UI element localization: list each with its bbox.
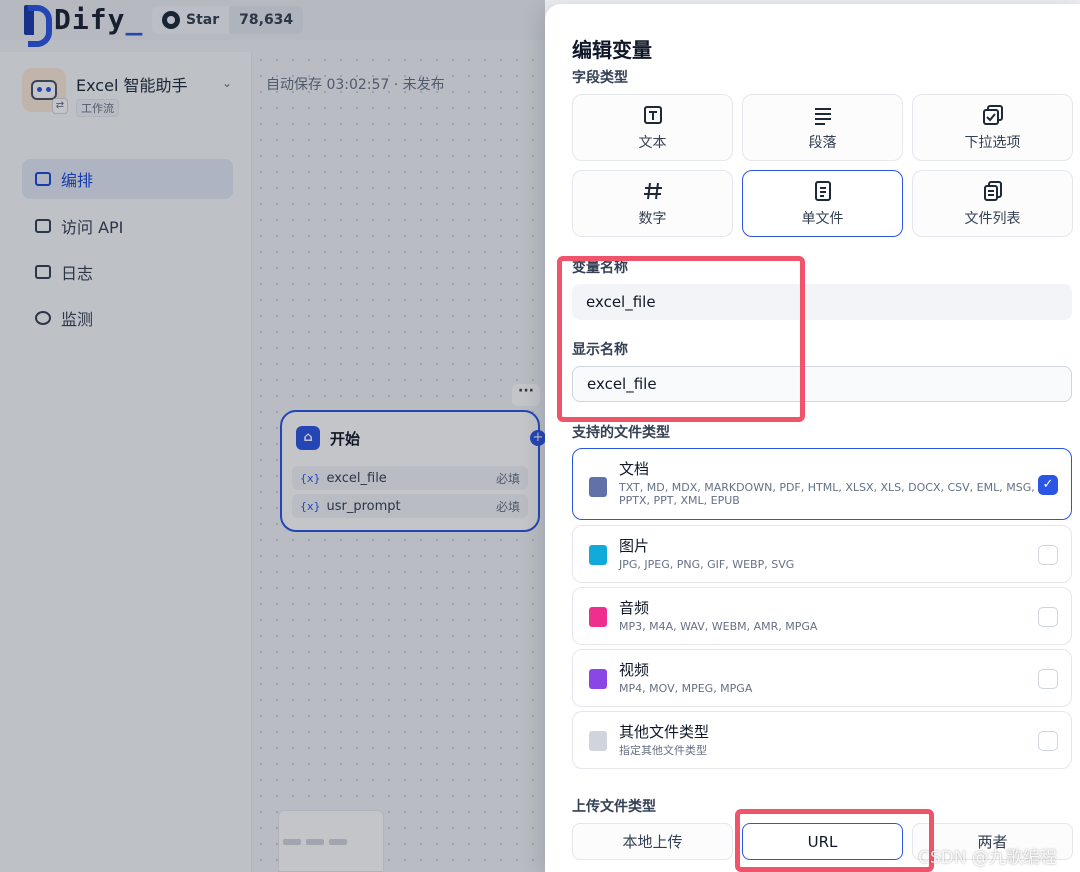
text-input-icon: [643, 105, 662, 124]
field-type-label: 下拉选项: [964, 134, 1021, 151]
file-category-name: 其他文件类型: [619, 723, 710, 741]
file-category-document[interactable]: 文档 TXT, MD, MDX, MARKDOWN, PDF, HTML, XL…: [572, 448, 1072, 520]
image-checkbox[interactable]: [1038, 545, 1058, 565]
modal-overlay[interactable]: [0, 0, 545, 872]
variable-name-label: 变量名称: [572, 260, 628, 276]
file-category-name: 图片: [619, 537, 650, 555]
field-type-text[interactable]: 文本: [572, 94, 733, 161]
field-type-paragraph[interactable]: 段落: [742, 94, 903, 161]
select-options-icon: [982, 104, 1003, 125]
file-category-other[interactable]: 其他文件类型 指定其他文件类型: [572, 711, 1072, 769]
document-checkbox[interactable]: ✓: [1038, 475, 1058, 495]
video-checkbox[interactable]: [1038, 669, 1058, 689]
file-category-extensions: MP4, MOV, MPEG, MPGA: [619, 682, 753, 695]
field-type-single-file[interactable]: 单文件: [742, 170, 903, 237]
other-checkbox[interactable]: [1038, 731, 1058, 751]
field-type-label: 文本: [638, 134, 667, 151]
upload-type-url[interactable]: URL: [742, 823, 903, 860]
document-icon: [589, 477, 607, 497]
file-category-name: 视频: [619, 661, 650, 679]
edit-variable-panel: 编辑变量 字段类型 文本 段落 下拉选项 数字 单文件 文件列表 变量名称 ex…: [545, 4, 1080, 872]
file-category-name: 文档: [619, 460, 650, 478]
field-type-label: 段落: [808, 134, 837, 151]
field-type-label: 数字: [638, 210, 667, 227]
audio-checkbox[interactable]: [1038, 607, 1058, 627]
field-type-label: 字段类型: [572, 70, 628, 86]
display-name-input[interactable]: excel_file: [572, 366, 1072, 402]
field-type-number[interactable]: 数字: [572, 170, 733, 237]
audio-icon: [589, 607, 607, 627]
generic-file-icon: [589, 731, 607, 751]
variable-name-input[interactable]: excel_file: [572, 284, 1072, 320]
watermark: CSDN @九歌编程: [918, 848, 1057, 868]
file-category-video[interactable]: 视频 MP4, MOV, MPEG, MPGA: [572, 649, 1072, 707]
upload-type-local[interactable]: 本地上传: [572, 823, 733, 860]
video-icon: [589, 669, 607, 689]
file-category-image[interactable]: 图片 JPG, JPEG, PNG, GIF, WEBP, SVG: [572, 525, 1072, 583]
file-category-audio[interactable]: 音频 MP3, M4A, WAV, WEBM, AMR, MPGA: [572, 587, 1072, 645]
field-type-select[interactable]: 下拉选项: [912, 94, 1073, 161]
field-type-label: 文件列表: [964, 210, 1021, 227]
panel-title: 编辑变量: [572, 38, 652, 62]
file-list-icon: [983, 180, 1002, 201]
hash-icon: [643, 182, 662, 199]
upload-type-label: 上传文件类型: [572, 799, 656, 815]
display-name-label: 显示名称: [572, 342, 628, 358]
single-file-icon: [814, 180, 831, 201]
supported-file-types-label: 支持的文件类型: [572, 425, 670, 441]
file-category-extensions: 指定其他文件类型: [619, 744, 707, 757]
field-type-label: 单文件: [801, 210, 844, 227]
image-icon: [589, 545, 607, 565]
paragraph-icon: [814, 107, 831, 125]
file-category-name: 音频: [619, 599, 650, 617]
file-category-extensions: MP3, M4A, WAV, WEBM, AMR, MPGA: [619, 620, 818, 633]
file-category-extensions: JPG, JPEG, PNG, GIF, WEBP, SVG: [619, 558, 795, 571]
file-category-extensions: TXT, MD, MDX, MARKDOWN, PDF, HTML, XLSX,…: [619, 481, 1035, 507]
field-type-file-list[interactable]: 文件列表: [912, 170, 1073, 237]
